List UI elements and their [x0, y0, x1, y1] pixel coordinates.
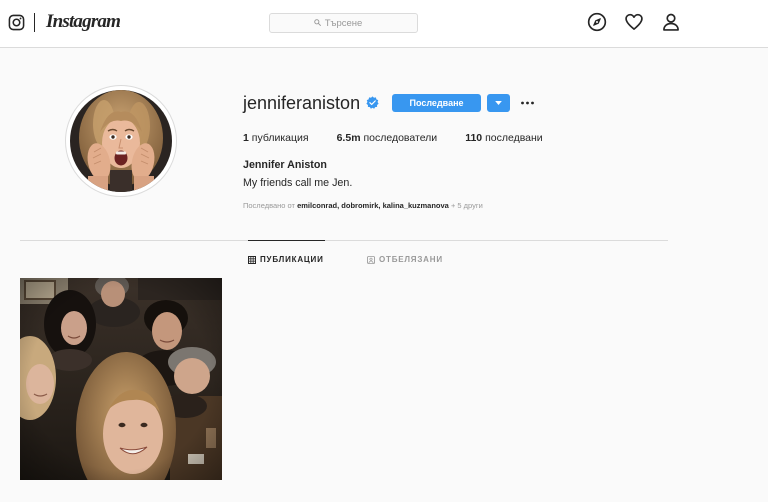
- bio: My friends call me Jen.: [243, 177, 353, 189]
- stat-following-link[interactable]: 110 последвани: [465, 131, 542, 145]
- instagram-wordmark[interactable]: Instagram: [46, 11, 121, 33]
- stat-posts-label: публикация: [251, 132, 309, 144]
- followed-by-separator: ,: [378, 201, 381, 210]
- logo-divider: [34, 13, 35, 32]
- followed-by-name-link[interactable]: dobromirk: [341, 201, 378, 210]
- stat-posts-count: 1: [243, 132, 249, 144]
- stat-posts: 1 публикация: [243, 131, 309, 145]
- tab-tagged[interactable]: ОТБЕЛЯЗАНИ: [367, 240, 443, 278]
- avatar-photo: [70, 90, 172, 192]
- post-photo: [20, 278, 222, 480]
- followed-by-line: Последвано от emilconrad, dobromirk, kal…: [243, 201, 483, 211]
- post-thumbnail[interactable]: [20, 278, 222, 480]
- top-navigation-bar: Instagram: [0, 0, 768, 48]
- stat-following-count[interactable]: 110: [465, 132, 482, 144]
- tab-posts[interactable]: ПУБЛИКАЦИИ: [248, 240, 325, 278]
- compass-icon[interactable]: [587, 12, 607, 32]
- stat-followers-label[interactable]: последователи: [363, 132, 437, 144]
- home-logo-link[interactable]: Instagram: [0, 0, 125, 47]
- grid-icon: [248, 255, 256, 264]
- search-box[interactable]: [269, 13, 418, 33]
- profile-stats: 1 публикация 6.5m последователи 110 посл…: [243, 131, 543, 145]
- stat-followers-count[interactable]: 6.5m: [337, 132, 361, 144]
- search-input[interactable]: [270, 14, 417, 32]
- stat-followers-link[interactable]: 6.5m последователи: [337, 131, 438, 145]
- followed-by-separator: ,: [337, 201, 340, 210]
- tab-tagged-label: ОТБЕЛЯЗАНИ: [379, 255, 443, 264]
- followed-by-more-link[interactable]: + 5 други: [451, 201, 483, 210]
- verified-badge-icon: [366, 96, 379, 109]
- followed-by-name-link[interactable]: kalina_kuzmanova: [383, 201, 449, 210]
- person-icon[interactable]: [661, 12, 681, 32]
- followed-by-prefix: Последвано от: [243, 201, 295, 210]
- follow-button[interactable]: Последване: [392, 94, 481, 112]
- tabs-divider: [20, 240, 668, 241]
- tagged-icon: [367, 255, 375, 264]
- followed-by-name-link[interactable]: emilconrad: [297, 201, 337, 210]
- chevron-down-icon: [495, 101, 502, 105]
- heart-icon[interactable]: [624, 12, 644, 32]
- instagram-camera-icon[interactable]: [8, 14, 25, 31]
- username: jenniferaniston: [243, 93, 361, 113]
- tab-posts-label: ПУБЛИКАЦИИ: [260, 255, 324, 264]
- suggested-accounts-dropdown-button[interactable]: [487, 94, 510, 112]
- stat-following-label[interactable]: последвани: [485, 132, 543, 144]
- avatar: [65, 85, 177, 197]
- full-name: Jennifer Aniston: [243, 159, 327, 171]
- more-options-icon[interactable]: [519, 97, 536, 109]
